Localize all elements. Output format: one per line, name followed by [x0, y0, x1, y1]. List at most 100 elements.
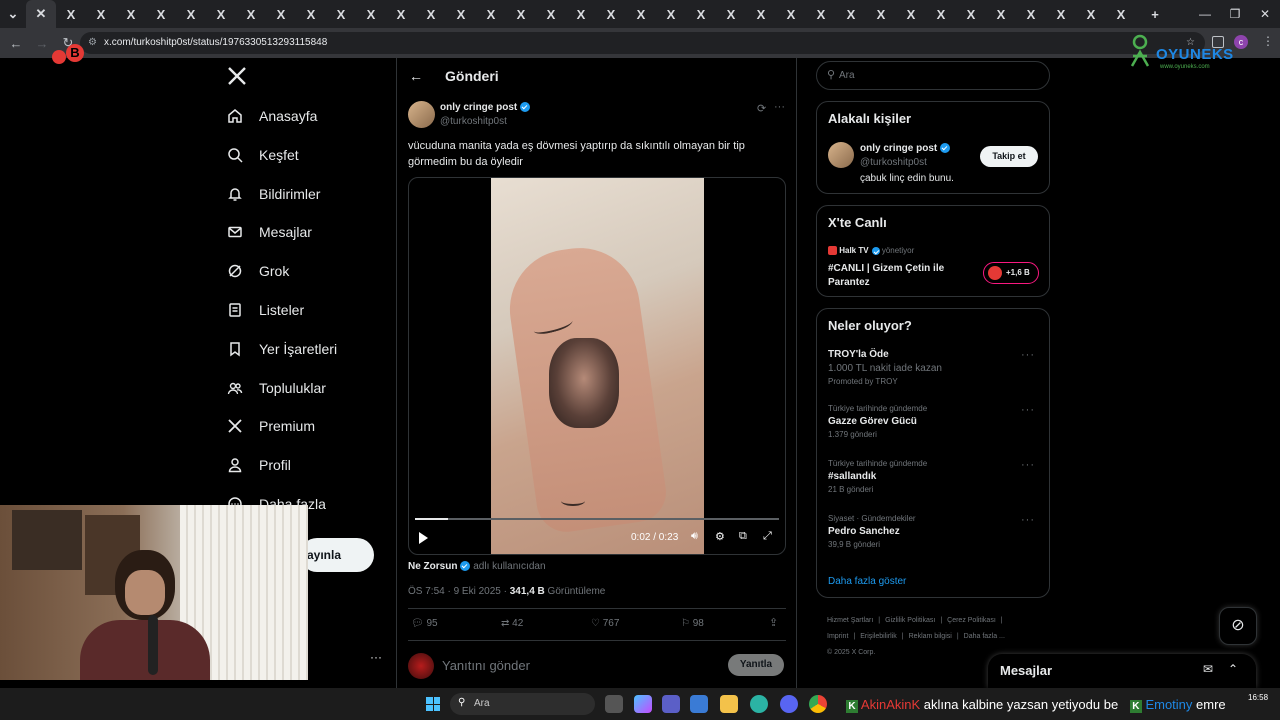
browser-tab[interactable]: X — [626, 0, 656, 28]
browser-tab[interactable]: X — [296, 0, 326, 28]
nav-item-bildirimler[interactable]: Bildirimler — [225, 176, 320, 212]
browser-tab[interactable]: X — [506, 0, 536, 28]
minimize-button[interactable]: — — [1190, 0, 1220, 28]
browser-tab[interactable]: X — [236, 0, 266, 28]
nav-item-profil[interactable]: Profil — [225, 447, 291, 483]
trend-item[interactable]: Türkiye tarihinde gündemde #sallandık 21 B… — [828, 459, 1043, 494]
browser-tab[interactable]: X — [596, 0, 626, 28]
back-arrow-icon[interactable]: ← — [409, 68, 423, 84]
x-logo-icon[interactable] — [227, 66, 247, 86]
related-name-row[interactable]: only cringe post — [860, 143, 951, 154]
repost-action[interactable]: ⇄ 42 — [501, 618, 523, 629]
browser-tab-active[interactable]: ✕ — [26, 0, 56, 28]
share-icon[interactable]: ⇪ — [769, 616, 778, 629]
browser-tab[interactable]: X — [1076, 0, 1106, 28]
folder-icon[interactable] — [720, 695, 738, 713]
browser-tab[interactable]: X — [1106, 0, 1136, 28]
fullscreen-icon[interactable]: ⤢ — [763, 530, 772, 543]
follow-button[interactable]: Takip et — [980, 146, 1038, 167]
footer-link[interactable]: Hizmet Şartları — [827, 617, 873, 624]
new-tab-button[interactable]: + — [1140, 0, 1170, 28]
browser-tab[interactable]: X — [806, 0, 836, 28]
task-view-icon[interactable] — [605, 695, 623, 713]
forward-icon[interactable]: → — [30, 31, 54, 55]
video-player[interactable]: 0:02 / 0:23 🔊︎ ⚙ ⧉ ⤢ — [408, 177, 786, 555]
trend-more-icon[interactable]: ··· — [1021, 349, 1035, 361]
reply-action[interactable]: 💬︎ 95 — [411, 618, 438, 629]
expand-icon[interactable]: ⌃ — [1228, 662, 1238, 676]
nav-item-mesajlar[interactable]: Mesajlar — [225, 214, 312, 250]
browser-tab[interactable]: X — [746, 0, 776, 28]
teams-icon[interactable] — [662, 695, 680, 713]
pip-icon[interactable]: ⧉ — [739, 530, 747, 543]
footer-link[interactable]: Reklam bilgisi — [909, 633, 952, 640]
volume-icon[interactable]: 🔊︎ — [691, 530, 698, 543]
browser-tab[interactable]: X — [1046, 0, 1076, 28]
post-timestamp[interactable]: ÖS 7:54 · 9 Eki 2025 · — [408, 586, 507, 597]
nav-item-grok[interactable]: Grok — [225, 253, 289, 289]
back-icon[interactable]: ← — [4, 31, 28, 55]
browser-tab[interactable]: X — [356, 0, 386, 28]
trend-item[interactable]: Siyaset · Gündemdekiler Pedro Sanchez 39,9… — [828, 514, 1043, 549]
browser-tab[interactable]: X — [446, 0, 476, 28]
discord-icon[interactable] — [780, 695, 798, 713]
browser-tab[interactable]: X — [206, 0, 236, 28]
browser-tab[interactable]: X — [656, 0, 686, 28]
trend-more-icon[interactable]: ··· — [1021, 514, 1035, 526]
browser-tab[interactable]: X — [926, 0, 956, 28]
nav-item-anasayfa[interactable]: Anasayfa — [225, 98, 317, 134]
reply-button[interactable]: Yanıtla — [728, 654, 784, 676]
trend-more-icon[interactable]: ··· — [1021, 459, 1035, 471]
browser-tab[interactable]: X — [1016, 0, 1046, 28]
related-avatar[interactable] — [828, 142, 854, 168]
post-button[interactable]: ayınla — [300, 538, 374, 572]
trend-item[interactable]: TROY'la Öde 1.000 TL nakit iade kazan Prom… — [828, 349, 1043, 386]
search-input[interactable]: ⚲ Ara — [816, 61, 1050, 90]
related-handle[interactable]: @turkoshitp0st — [860, 157, 927, 168]
browser-tab[interactable]: X — [956, 0, 986, 28]
post-more-icon[interactable]: ··· — [774, 101, 785, 113]
browser-tab[interactable]: X — [146, 0, 176, 28]
browser-tab[interactable]: X — [776, 0, 806, 28]
author-handle[interactable]: @turkoshitp0st — [440, 116, 507, 127]
tagged-user-name[interactable]: Ne Zorsun — [408, 561, 457, 572]
edge-icon[interactable] — [750, 695, 768, 713]
nav-item-listeler[interactable]: Listeler — [225, 292, 304, 328]
browser-tab[interactable]: X — [326, 0, 356, 28]
tab-list-dropdown[interactable]: ⌄ — [0, 0, 26, 28]
close-window-button[interactable]: ✕ — [1250, 0, 1280, 28]
browser-tab[interactable]: X — [176, 0, 206, 28]
author-avatar[interactable] — [408, 101, 435, 128]
live-title-text[interactable]: #CANLI | Gizem Çetin ile Parantez — [828, 262, 968, 290]
url-field[interactable]: ⚙ x.com/turkoshitp0st/status/19763305132… — [80, 32, 1205, 54]
browser-tab[interactable]: X — [116, 0, 146, 28]
store-icon[interactable] — [690, 695, 708, 713]
browser-tab[interactable]: X — [836, 0, 866, 28]
grok-floating-button[interactable]: ⊘ — [1219, 607, 1257, 645]
nav-item-topluluklar[interactable]: Topluluklar — [225, 370, 326, 406]
maximize-button[interactable]: ❐ — [1220, 0, 1250, 28]
messages-drawer[interactable]: Mesajlar ✉ ⌃ — [988, 654, 1256, 688]
browser-tab[interactable]: X — [566, 0, 596, 28]
menu-icon[interactable]: ⋮ — [1262, 34, 1274, 48]
chrome-icon[interactable] — [809, 695, 827, 713]
author-name-row[interactable]: only cringe post — [440, 102, 531, 113]
live-listeners-badge[interactable]: +1,6 B — [983, 262, 1039, 284]
windows-start-icon[interactable] — [426, 697, 440, 711]
footer-link[interactable]: Çerez Politikası — [947, 617, 996, 624]
show-more-link[interactable]: Daha fazla göster — [828, 576, 906, 587]
clock[interactable]: 16:58 — [1248, 693, 1268, 702]
browser-tab[interactable]: X — [686, 0, 716, 28]
browser-tab[interactable]: X — [896, 0, 926, 28]
bookmark-action[interactable]: ⚐ 98 — [681, 618, 704, 629]
tagged-user-row[interactable]: Ne Zorsun adlı kullanıcıdan — [408, 561, 546, 572]
trend-item[interactable]: Türkiye tarihinde gündemde Gazze Görev Gü… — [828, 404, 1043, 439]
copilot-icon[interactable] — [634, 695, 652, 713]
author-name[interactable]: only cringe post — [440, 102, 517, 113]
play-icon[interactable] — [419, 532, 428, 544]
browser-tab[interactable]: X — [986, 0, 1016, 28]
browser-tab[interactable]: X — [266, 0, 296, 28]
browser-tab[interactable]: X — [56, 0, 86, 28]
like-action[interactable]: ♡ 767 — [591, 618, 619, 629]
browser-tab[interactable]: X — [476, 0, 506, 28]
